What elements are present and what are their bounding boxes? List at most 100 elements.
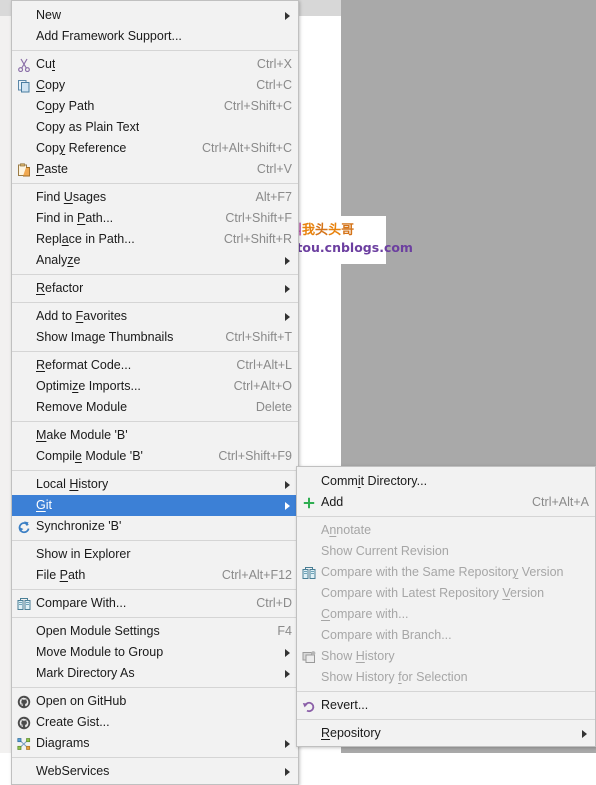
menu-item-new[interactable]: New (12, 5, 298, 26)
menu-item-shortcut: Ctrl+Shift+F (225, 211, 292, 225)
menu-item-show-current-revision: Show Current Revision (297, 541, 595, 562)
menu-item-shortcut: Ctrl+X (256, 57, 292, 71)
menu-item-icon-slot (12, 208, 36, 229)
menu-item-synchronize-b[interactable]: Synchronize 'B' (12, 516, 298, 537)
github-icon (12, 712, 36, 733)
menu-separator (12, 687, 298, 688)
menu-item-label: Compare with the Same Repository Version (321, 565, 564, 579)
menu-item-shortcut: Ctrl+Shift+T (225, 330, 292, 344)
menu-item-remove-module[interactable]: Remove Module Delete (12, 397, 298, 418)
submenu-arrow-icon (562, 729, 589, 738)
project-context-menu[interactable]: New Add Framework Support... Cut Ctrl+X Copy… (11, 0, 299, 785)
menu-item-label: New (36, 8, 62, 22)
menu-item-shortcut: Ctrl+C (256, 78, 292, 92)
menu-item-paste[interactable]: Paste Ctrl+V (12, 159, 298, 180)
menu-item-find-usages[interactable]: Find Usages Alt+F7 (12, 187, 298, 208)
menu-item-icon-slot (12, 355, 36, 376)
menu-item-label: Compare with Latest Repository Version (321, 586, 545, 600)
menu-item-icon-slot (12, 278, 36, 299)
menu-item-icon-slot (12, 642, 36, 663)
menu-item-replace-in-path[interactable]: Replace in Path... Ctrl+Shift+R (12, 229, 298, 250)
menu-item-reformat-code[interactable]: Reformat Code... Ctrl+Alt+L (12, 355, 298, 376)
menu-item-add[interactable]: Add Ctrl+Alt+A (297, 492, 595, 513)
menu-item-mark-directory-as[interactable]: Mark Directory As (12, 663, 298, 684)
menu-item-move-module-to-group[interactable]: Move Module to Group (12, 642, 298, 663)
compare-icon (297, 562, 321, 583)
menu-item-add-framework-support[interactable]: Add Framework Support... (12, 26, 298, 47)
menu-item-copy-as-plain-text[interactable]: Copy as Plain Text (12, 117, 298, 138)
submenu-arrow-icon (265, 739, 292, 748)
menu-item-label: Show Current Revision (321, 544, 449, 558)
menu-item-shortcut: Ctrl+Alt+F12 (221, 568, 292, 582)
menu-item-label: Copy as Plain Text (36, 120, 140, 134)
menu-item-refactor[interactable]: Refactor (12, 278, 298, 299)
menu-item-shortcut: Alt+F7 (255, 190, 292, 204)
submenu-arrow-icon (265, 669, 292, 678)
menu-item-commit-directory[interactable]: Commit Directory... (297, 471, 595, 492)
menu-item-add-to-favorites[interactable]: Add to Favorites (12, 306, 298, 327)
menu-item-webservices[interactable]: WebServices (12, 761, 298, 782)
submenu-arrow-icon (265, 501, 292, 510)
menu-item-label: Copy (36, 78, 66, 92)
menu-separator (12, 302, 298, 303)
menu-item-cut[interactable]: Cut Ctrl+X (12, 54, 298, 75)
menu-item-create-gist[interactable]: Create Gist... (12, 712, 298, 733)
menu-item-open-on-github[interactable]: Open on GitHub (12, 691, 298, 712)
menu-item-label: Copy Path (36, 99, 95, 113)
menu-item-compare-with-branch: Compare with Branch... (297, 625, 595, 646)
menu-item-compare-with-latest-repository-version: Compare with Latest Repository Version (297, 583, 595, 604)
menu-item-compare-with-the-same-repository-version: Compare with the Same Repository Version (297, 562, 595, 583)
menu-item-label: Compare with Branch... (321, 628, 452, 642)
submenu-arrow-icon (265, 312, 292, 321)
menu-item-analyze[interactable]: Analyze (12, 250, 298, 271)
menu-item-git[interactable]: Git (12, 495, 298, 516)
menu-item-show-image-thumbnails[interactable]: Show Image Thumbnails Ctrl+Shift+T (12, 327, 298, 348)
menu-item-label: Remove Module (36, 400, 128, 414)
submenu-arrow-icon (265, 480, 292, 489)
menu-item-shortcut: Ctrl+Alt+Shift+C (202, 141, 292, 155)
menu-item-optimize-imports[interactable]: Optimize Imports... Ctrl+Alt+O (12, 376, 298, 397)
menu-item-compile-module-b[interactable]: Compile Module 'B' Ctrl+Shift+F9 (12, 446, 298, 467)
menu-item-label: WebServices (36, 764, 110, 778)
menu-item-icon-slot (297, 541, 321, 562)
menu-item-label: Show History (321, 649, 395, 663)
menu-item-label: Show in Explorer (36, 547, 131, 561)
copy-icon (12, 75, 36, 96)
menu-separator (12, 50, 298, 51)
menu-item-file-path[interactable]: File Path Ctrl+Alt+F12 (12, 565, 298, 586)
menu-item-show-in-explorer[interactable]: Show in Explorer (12, 544, 298, 565)
menu-item-shortcut: Ctrl+Shift+C (223, 99, 292, 113)
menu-item-shortcut: Ctrl+Alt+A (532, 495, 589, 509)
menu-item-label: Show History for Selection (321, 670, 468, 684)
menu-item-shortcut: Delete (255, 400, 292, 414)
menu-separator (297, 516, 595, 517)
menu-item-label: Compare With... (36, 596, 127, 610)
submenu-arrow-icon (265, 11, 292, 20)
menu-item-label: Mark Directory As (36, 666, 135, 680)
show-history-icon (297, 646, 321, 667)
menu-item-diagrams[interactable]: Diagrams (12, 733, 298, 754)
git-submenu[interactable]: Commit Directory... Add Ctrl+Alt+A Annotate… (296, 466, 596, 747)
menu-item-copy-path[interactable]: Copy Path Ctrl+Shift+C (12, 96, 298, 117)
menu-item-revert[interactable]: Revert... (297, 695, 595, 716)
menu-separator (297, 691, 595, 692)
menu-separator (12, 757, 298, 758)
menu-item-copy[interactable]: Copy Ctrl+C (12, 75, 298, 96)
menu-item-local-history[interactable]: Local History (12, 474, 298, 495)
ide-left-strip-header (0, 0, 11, 16)
menu-item-label: Show Image Thumbnails (36, 330, 174, 344)
menu-item-find-in-path[interactable]: Find in Path... Ctrl+Shift+F (12, 208, 298, 229)
menu-item-label: Add to Favorites (36, 309, 128, 323)
menu-item-compare-with[interactable]: Compare With... Ctrl+D (12, 593, 298, 614)
menu-item-make-module-b[interactable]: Make Module 'B' (12, 425, 298, 446)
github-icon (12, 691, 36, 712)
menu-item-copy-reference[interactable]: Copy Reference Ctrl+Alt+Shift+C (12, 138, 298, 159)
menu-separator (297, 719, 595, 720)
menu-item-open-module-settings[interactable]: Open Module Settings F4 (12, 621, 298, 642)
menu-item-repository[interactable]: Repository (297, 723, 595, 744)
compare-icon (12, 593, 36, 614)
menu-separator (12, 183, 298, 184)
menu-item-label: Cut (36, 57, 56, 71)
menu-item-icon-slot (297, 625, 321, 646)
revert-icon (297, 695, 321, 716)
